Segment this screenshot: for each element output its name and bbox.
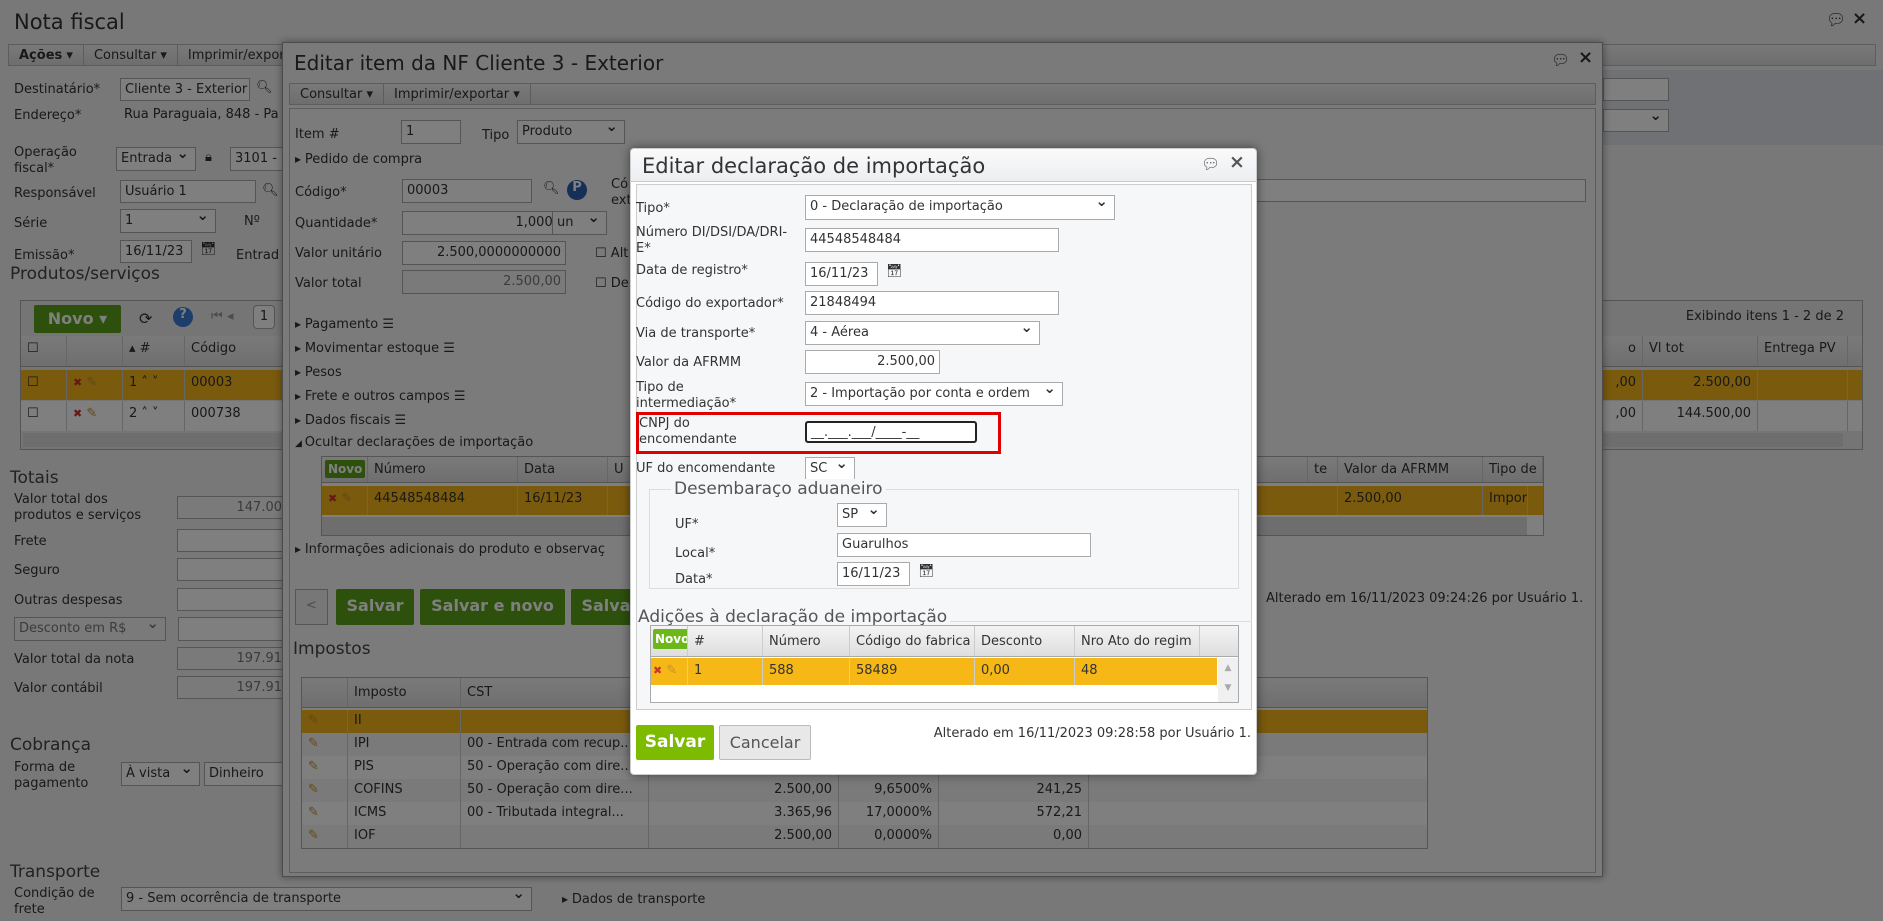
edit-icon[interactable]: ✎: [666, 663, 677, 678]
col-numero[interactable]: Número: [763, 626, 850, 656]
di-dialog-title: Editar declaração de importação: [642, 154, 986, 178]
intermediacao-label: Tipo de intermediação*: [636, 380, 737, 411]
adicoes-novo-button[interactable]: Novo: [653, 629, 687, 649]
afrmm-label: Valor da AFRMM: [636, 355, 742, 370]
calendar-icon[interactable]: 📅︎: [918, 564, 935, 579]
tipo-select[interactable]: 0 - Declaração de importação: [805, 195, 1115, 220]
uf-label: UF*: [675, 517, 699, 532]
adicoes-legend: Adições à declaração de importação: [638, 607, 951, 627]
exportador-label: Código do exportador*: [636, 296, 784, 311]
cnpj-label: CNPJ do encomendante: [639, 416, 737, 447]
adicoes-grid: Novo # Número Código do fabrica Desconto…: [650, 625, 1239, 703]
local-input[interactable]: Guarulhos: [837, 533, 1091, 557]
col-codigo-fabricante[interactable]: Código do fabrica: [850, 626, 975, 656]
tipo-label: Tipo*: [636, 201, 670, 216]
numero-label: Número DI/DSI/DA/DRI-E*: [636, 225, 788, 256]
comment-icon[interactable]: 💬︎: [1201, 155, 1220, 173]
col-nro-ato[interactable]: Nro Ato do regim: [1075, 626, 1200, 656]
local-label: Local*: [675, 546, 716, 561]
close-icon[interactable]: ×: [1229, 151, 1245, 173]
uf-encomendante-select[interactable]: SC: [805, 457, 855, 481]
di-salvar-button[interactable]: Salvar: [636, 725, 714, 760]
di-cancelar-button[interactable]: Cancelar: [719, 725, 811, 760]
uf-select[interactable]: SP: [837, 503, 887, 527]
delete-icon[interactable]: ✖: [653, 664, 662, 677]
cnpj-input[interactable]: __.___.___/____-__: [805, 421, 977, 443]
via-select[interactable]: 4 - Aérea: [805, 321, 1040, 345]
calendar-icon[interactable]: 📅︎: [886, 264, 903, 279]
data-label: Data*: [675, 572, 713, 587]
exportador-input[interactable]: 21848494: [805, 291, 1059, 315]
numero-input[interactable]: 44548548484: [805, 228, 1059, 252]
uf-encomendante-label: UF do encomendante: [636, 461, 776, 476]
intermediacao-select[interactable]: 2 - Importação por conta e ordem: [805, 382, 1063, 406]
adicoes-row[interactable]: ✖ ✎ 1 588 58489 0,00 48: [651, 658, 1217, 685]
afrmm-input[interactable]: 2.500,00: [805, 350, 940, 374]
data-registro-input[interactable]: 16/11/23: [805, 262, 878, 286]
col-desconto[interactable]: Desconto: [975, 626, 1075, 656]
via-label: Via de transporte*: [636, 326, 756, 341]
di-dialog: Editar declaração de importação 💬︎ × Tip…: [630, 148, 1257, 775]
col-n[interactable]: #: [688, 626, 763, 656]
di-alterado: Alterado em 16/11/2023 09:28:58 por Usuá…: [933, 726, 1251, 741]
data-registro-label: Data de registro*: [636, 263, 748, 278]
vertical-scrollbar[interactable]: ▲ ▼: [1218, 658, 1238, 702]
data-input[interactable]: 16/11/23: [837, 562, 910, 586]
desembaraco-legend: Desembaraço aduaneiro: [671, 479, 886, 499]
